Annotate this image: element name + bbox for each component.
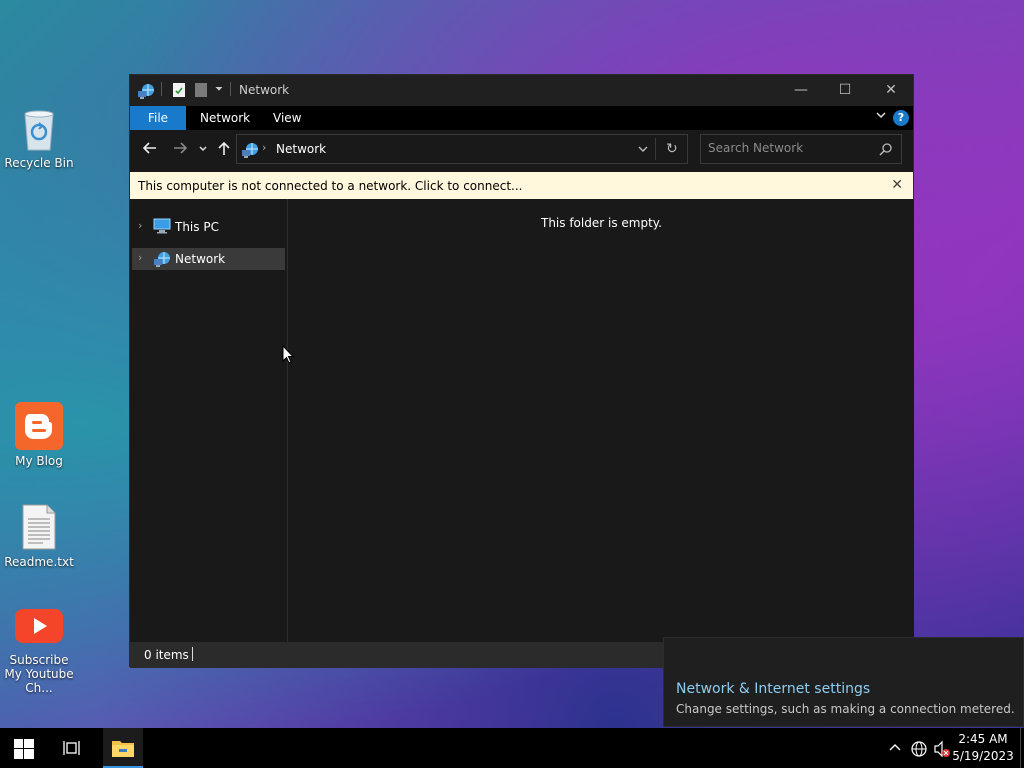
desktop-icon-my-blog[interactable]: My Blog (0, 402, 79, 468)
clock-time: 2:45 AM (958, 732, 1008, 746)
task-view-button[interactable] (52, 728, 92, 768)
desktop-icon-label: My Blog (15, 454, 63, 468)
system-clock[interactable]: 2:45 AM 5/19/2023 (952, 731, 1014, 765)
ribbon: File Network View ? (130, 106, 913, 130)
desktop-icon-readme[interactable]: Readme.txt (0, 503, 79, 569)
minimize-icon[interactable]: — (778, 75, 824, 105)
explorer-window: ⏷ Network — ☐ ✕ File Network View ? › Ne… (129, 74, 914, 668)
search-input[interactable] (708, 141, 868, 155)
desktop-icon-label: Recycle Bin (4, 156, 74, 170)
breadcrumb-chevron-icon[interactable]: › (262, 141, 266, 154)
empty-folder-message: This folder is empty. (541, 216, 662, 230)
folder-icon (112, 741, 134, 757)
network-icon (153, 250, 171, 271)
mouse-cursor-icon (282, 344, 295, 368)
customize-quick-access-icon[interactable]: ⏷ (215, 84, 223, 95)
nav-item-network[interactable]: › Network (132, 248, 285, 270)
expand-icon[interactable]: › (138, 219, 142, 232)
volume-muted-icon[interactable] (933, 740, 951, 762)
taskbar-file-explorer[interactable] (103, 728, 143, 768)
toast-title[interactable]: Network & Internet settings (676, 681, 870, 697)
expand-ribbon-icon[interactable] (875, 109, 887, 124)
desktop-icon-youtube[interactable]: Subscribe My Youtube Ch... (0, 607, 79, 695)
show-hidden-icons-icon[interactable] (888, 740, 902, 758)
close-icon[interactable]: ✕ (891, 177, 903, 193)
blogger-icon (15, 402, 63, 450)
clock-date: 5/19/2023 (952, 749, 1014, 763)
refresh-icon[interactable]: ↻ (666, 141, 678, 157)
taskbar: 2:45 AM 5/19/2023 (0, 728, 1024, 768)
nav-item-label: Network (175, 252, 226, 266)
desktop-icon-label: Subscribe My Youtube Ch... (4, 653, 74, 695)
new-folder-icon[interactable] (194, 82, 208, 101)
youtube-icon (15, 607, 63, 655)
file-list[interactable]: This folder is empty. (289, 199, 914, 642)
windows-logo-icon (14, 739, 34, 759)
info-bar-message[interactable]: This computer is not connected to a netw… (138, 179, 522, 193)
tab-network[interactable]: Network (200, 106, 250, 130)
toolbar-divider (230, 82, 231, 96)
desktop-icon-label: Readme.txt (4, 555, 74, 569)
desktop-icon-recycle-bin[interactable]: Recycle Bin (0, 106, 79, 170)
navigation-pane: › This PC › Network (130, 199, 288, 642)
nav-item-this-pc[interactable]: › This PC (132, 216, 285, 238)
recent-locations-icon[interactable] (198, 140, 208, 161)
close-icon[interactable]: ✕ (868, 75, 914, 105)
address-dropdown-icon[interactable] (637, 143, 649, 158)
expand-icon[interactable]: › (138, 251, 142, 264)
address-bar[interactable]: › Network ↻ (236, 134, 688, 164)
nav-item-label: This PC (175, 220, 219, 234)
network-globe-icon[interactable] (910, 740, 928, 762)
network-icon (137, 82, 155, 103)
tab-file[interactable]: File (130, 106, 186, 130)
breadcrumb[interactable]: Network (276, 142, 326, 156)
up-icon[interactable] (216, 140, 232, 161)
task-view-icon (63, 741, 80, 755)
text-file-icon (15, 503, 63, 551)
title-bar[interactable]: ⏷ Network — ☐ ✕ (130, 75, 913, 106)
item-count: 0 items (144, 648, 189, 662)
status-divider (192, 647, 193, 661)
toolbar-divider (161, 82, 162, 96)
this-pc-icon (153, 218, 171, 237)
start-button[interactable] (0, 728, 48, 768)
tab-view[interactable]: View (273, 106, 301, 130)
toast-subtitle: Change settings, such as making a connec… (676, 702, 1015, 716)
forward-icon[interactable] (172, 140, 188, 161)
properties-icon[interactable] (172, 82, 186, 101)
search-icon[interactable] (879, 142, 893, 159)
network-info-bar[interactable]: This computer is not connected to a netw… (130, 172, 913, 199)
recycle-bin-icon (19, 106, 59, 152)
help-button[interactable]: ? (893, 110, 909, 126)
back-icon[interactable] (142, 140, 158, 161)
show-desktop-button[interactable] (1020, 728, 1022, 768)
network-settings-toast[interactable]: Network & Internet settings Change setti… (663, 637, 1024, 727)
window-title: Network (239, 83, 290, 97)
maximize-icon[interactable]: ☐ (822, 75, 868, 105)
navigation-bar: › Network ↻ (130, 130, 913, 172)
address-divider (655, 138, 656, 160)
search-box[interactable] (700, 134, 902, 164)
network-icon (241, 141, 259, 162)
